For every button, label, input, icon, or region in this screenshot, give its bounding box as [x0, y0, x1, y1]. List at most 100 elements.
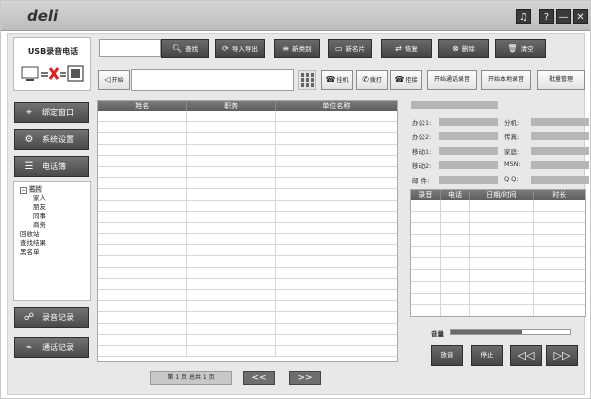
table-row[interactable]: [98, 334, 397, 346]
tree-item-colleagues[interactable]: 同事: [18, 212, 90, 221]
new-category-button[interactable]: ≡ 新类别: [274, 39, 320, 58]
table-row[interactable]: [98, 256, 397, 268]
start-call-record-button[interactable]: 开始通话录音: [427, 70, 477, 90]
table-row[interactable]: [411, 281, 585, 294]
contacts-table[interactable]: 姓名 职务 单位名称: [97, 100, 398, 362]
table-cell: [98, 267, 188, 278]
table-row[interactable]: [98, 211, 397, 223]
table-row[interactable]: [411, 211, 585, 224]
table-row[interactable]: [98, 345, 397, 358]
search-input[interactable]: [99, 39, 161, 57]
music-icon[interactable]: ♫: [516, 9, 531, 24]
keypad-icon[interactable]: [298, 70, 316, 90]
title-bar[interactable]: deli ♫ ? — ✕: [1, 1, 590, 31]
chart-icon: ⌁: [25, 342, 33, 353]
table-row[interactable]: [411, 235, 585, 247]
prev-page-button[interactable]: <<: [243, 371, 275, 385]
table-row[interactable]: [411, 200, 585, 212]
table-row[interactable]: [411, 258, 585, 271]
import-export-button[interactable]: ⟳ 导入导出: [215, 39, 265, 58]
table-row[interactable]: [98, 111, 397, 123]
reject-button[interactable]: ☎拒接: [390, 70, 422, 90]
column-header-record[interactable]: 录音: [411, 190, 441, 200]
table-row[interactable]: [98, 290, 397, 302]
recordings-button[interactable]: ☍ 录音记录: [14, 307, 89, 328]
table-row[interactable]: [98, 200, 397, 212]
table-row[interactable]: [98, 144, 397, 156]
recordings-table[interactable]: 录音 电话 日期/时间 时长: [410, 189, 586, 317]
tree-item-business[interactable]: 商务: [18, 221, 90, 230]
close-button[interactable]: ✕: [573, 9, 588, 24]
office2-label: 办公2:: [412, 133, 432, 141]
tree-item-cards[interactable]: − 名片: [18, 185, 90, 194]
table-cell: [276, 111, 397, 121]
start-local-record-button[interactable]: 开始本地录音: [481, 70, 531, 90]
table-row[interactable]: [98, 278, 397, 290]
new-card-button[interactable]: ▭ 新名片: [328, 39, 372, 58]
restore-button[interactable]: ⇄ 恢复: [381, 39, 432, 58]
table-row[interactable]: [98, 312, 397, 324]
table-cell: [98, 278, 188, 289]
table-row[interactable]: [98, 155, 397, 167]
table-row[interactable]: [98, 234, 397, 246]
volume-slider[interactable]: [450, 329, 571, 335]
tree-item-blacklist[interactable]: 黑名单: [18, 248, 90, 257]
tree-item-recycle[interactable]: 回收站: [18, 230, 90, 239]
card-icon: ▭: [334, 44, 343, 53]
phonebook-button[interactable]: ☰ 电话簿: [14, 156, 89, 177]
refresh-icon: ⟳: [222, 44, 229, 53]
tree-item-search-results[interactable]: 查找结果: [18, 239, 90, 248]
deli-logo: deli: [27, 7, 59, 25]
table-row[interactable]: [98, 189, 397, 201]
call-button[interactable]: ✆拨打: [356, 70, 388, 90]
dial-start-button[interactable]: ◁开始: [98, 70, 130, 90]
column-header-datetime[interactable]: 日期/时间: [470, 190, 534, 200]
table-row[interactable]: [411, 246, 585, 259]
table-cell: [470, 258, 534, 270]
column-header-duration[interactable]: 时长: [534, 190, 585, 200]
table-row[interactable]: [98, 245, 397, 257]
collapse-icon[interactable]: −: [20, 187, 27, 194]
clear-button[interactable]: 🗑︎ 清空: [495, 39, 546, 58]
delete-button[interactable]: ⊗ 删除: [438, 39, 489, 58]
column-header-phone[interactable]: 电话: [441, 190, 471, 200]
table-row[interactable]: [411, 223, 585, 236]
table-cell: [98, 312, 188, 323]
office2-value: [439, 132, 498, 140]
table-row[interactable]: [98, 178, 397, 190]
table-row[interactable]: [98, 122, 397, 134]
bind-window-button[interactable]: ⌖ 绑定窗口: [14, 102, 89, 123]
column-header-company[interactable]: 单位名称: [276, 101, 397, 111]
search-button[interactable]: 🔍︎ 查找: [161, 39, 209, 58]
stop-button[interactable]: 停止: [471, 345, 503, 366]
column-header-name[interactable]: 姓名: [98, 101, 188, 111]
tree-item-friends[interactable]: 朋友: [18, 203, 90, 212]
table-row[interactable]: [98, 222, 397, 235]
forward-button[interactable]: ▷▷: [546, 345, 578, 366]
table-cell: [187, 345, 276, 357]
next-page-button[interactable]: >>: [289, 371, 321, 385]
table-row[interactable]: [411, 293, 585, 306]
table-row[interactable]: [411, 305, 585, 316]
tree-item-family[interactable]: 家人: [18, 194, 90, 203]
minimize-button[interactable]: —: [556, 9, 571, 24]
play-button[interactable]: 放音: [431, 345, 463, 366]
table-cell: [98, 323, 188, 334]
table-row[interactable]: [98, 323, 397, 335]
column-header-title[interactable]: 职务: [187, 101, 276, 111]
rewind-button[interactable]: ◁◁: [510, 345, 542, 366]
table-row[interactable]: [98, 133, 397, 145]
hangup-button[interactable]: ☎挂机: [321, 70, 353, 90]
help-button[interactable]: ?: [539, 9, 554, 24]
table-cell: [276, 133, 397, 143]
table-row[interactable]: [98, 301, 397, 313]
table-row[interactable]: [98, 166, 397, 179]
table-row[interactable]: [98, 267, 397, 279]
category-tree: − 名片 家人 朋友 同事 商务 回收站 查找结果 黑名单: [13, 181, 91, 301]
table-cell: [98, 290, 188, 301]
call-log-button[interactable]: ⌁ 通话记录: [14, 337, 89, 358]
batch-manage-button[interactable]: 批量管理: [537, 70, 585, 90]
dial-number-input[interactable]: [131, 69, 294, 91]
table-row[interactable]: [411, 270, 585, 282]
system-settings-button[interactable]: ⚙ 系统设置: [14, 129, 89, 150]
